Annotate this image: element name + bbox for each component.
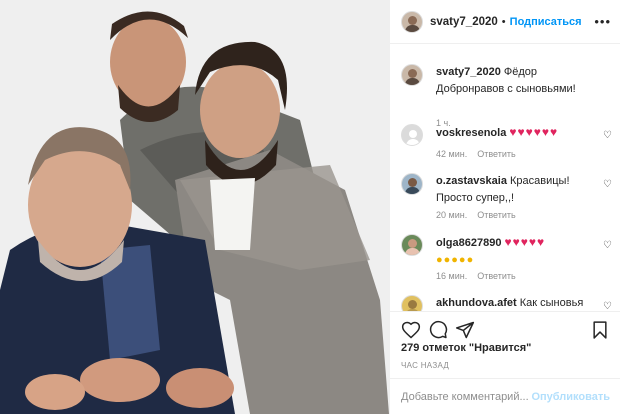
bookmark-icon[interactable] [590, 320, 610, 340]
comment-row: akhundova.afet Как сыновья ♡ [401, 295, 613, 311]
comment-row: olga8627890 ♥♥♥♥♥ ●●●●● 16 мин. Ответить … [401, 234, 613, 284]
post-photo[interactable] [0, 0, 389, 414]
comment-body: ♥♥♥♥♥ [504, 235, 546, 249]
reply-button[interactable]: Ответить [477, 149, 515, 159]
author-avatar[interactable] [401, 10, 423, 33]
likes-count[interactable]: 279 отметок "Нравится" [401, 342, 531, 354]
comment-meta: 42 мин. Ответить [436, 149, 516, 159]
comment-body: ♥♥♥♥♥♥ [509, 125, 559, 139]
post-header: svaty7_2020 • Подписаться ••• [390, 0, 620, 44]
share-icon[interactable] [455, 320, 475, 340]
comment-meta: 20 мин. Ответить [436, 210, 516, 220]
comment-text: o.zastavskaia Красавицы! Просто супер,,! [436, 173, 596, 207]
caption-username[interactable]: svaty7_2020 [436, 66, 501, 78]
commenter-avatar[interactable] [401, 173, 423, 195]
comment-time: 42 мин. [436, 149, 468, 159]
commenter-avatar[interactable] [401, 295, 423, 311]
commenter-avatar[interactable] [401, 234, 423, 256]
caption-avatar[interactable] [401, 64, 423, 86]
more-options-icon[interactable]: ••• [594, 14, 611, 29]
comment-input[interactable]: Добавьте комментарий... [401, 391, 531, 403]
comment-text: akhundova.afet Как сыновья [436, 295, 596, 311]
comment-row: o.zastavskaia Красавицы! Просто супер,,!… [401, 173, 613, 223]
heart-icon[interactable] [401, 320, 421, 340]
comment-text: olga8627890 ♥♥♥♥♥ ●●●●● [436, 234, 596, 269]
comment-body-line2: ●●●●● [436, 254, 475, 266]
post-side-panel: svaty7_2020 • Подписаться ••• svaty7_202… [389, 0, 620, 414]
comment-body: Как сыновья [519, 297, 584, 309]
add-comment-bar: Добавьте комментарий... Опубликовать [390, 378, 620, 414]
comment-time: 20 мин. [436, 210, 468, 220]
commenter-username[interactable]: o.zastavskaia [436, 175, 507, 187]
reply-button[interactable]: Ответить [477, 271, 515, 281]
author-username[interactable]: svaty7_2020 [430, 16, 498, 28]
commenter-avatar[interactable] [401, 124, 423, 146]
comment-like-icon[interactable]: ♡ [602, 240, 613, 251]
header-separator: • [501, 15, 506, 28]
publish-button[interactable]: Опубликовать [531, 391, 610, 403]
comment-like-icon[interactable]: ♡ [602, 179, 613, 190]
follow-button[interactable]: Подписаться [510, 16, 582, 28]
comment-like-icon[interactable]: ♡ [602, 130, 613, 141]
caption-row: svaty7_2020 Фёдор Добронравов с сыновьям… [401, 64, 613, 128]
comment-meta: 16 мин. Ответить [436, 271, 516, 281]
comment-text: voskresenola ♥♥♥♥♥♥ [436, 124, 596, 142]
comment-like-icon[interactable]: ♡ [602, 301, 613, 311]
reply-button[interactable]: Ответить [477, 210, 515, 220]
commenter-username[interactable]: akhundova.afet [436, 297, 517, 309]
commenter-username[interactable]: voskresenola [436, 127, 506, 139]
comments-feed[interactable]: svaty7_2020 Фёдор Добронравов с сыновьям… [390, 44, 620, 311]
commenter-username[interactable]: olga8627890 [436, 237, 501, 249]
caption-text: svaty7_2020 Фёдор Добронравов с сыновьям… [436, 64, 606, 98]
photo-illustration [0, 0, 389, 414]
post-time-ago: ЧАС НАЗАД [401, 361, 450, 370]
comment-row: voskresenola ♥♥♥♥♥♥ 42 мин. Ответить ♡ [401, 124, 613, 164]
comment-time: 16 мин. [436, 271, 468, 281]
comment-icon[interactable] [428, 320, 448, 340]
